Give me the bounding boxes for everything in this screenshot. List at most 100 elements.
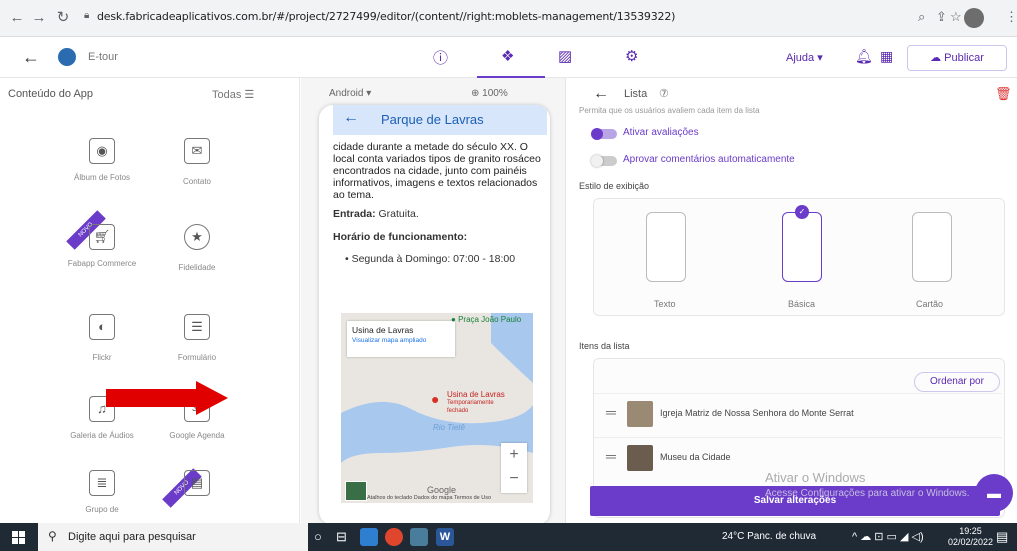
map[interactable]: Usina de Lavras Visualizar mapa ampliado… xyxy=(341,313,533,503)
map-pin-icon[interactable]: ● xyxy=(431,391,439,407)
app-icon[interactable] xyxy=(410,528,428,546)
flickr-icon: ◐ xyxy=(89,314,115,340)
reload-icon[interactable]: ↻ xyxy=(54,9,72,27)
trash-icon[interactable]: 🗑︎ xyxy=(995,86,1012,102)
gear-icon[interactable]: ⚙ xyxy=(625,47,638,65)
image-icon[interactable]: ▨ xyxy=(558,47,572,65)
share-icon[interactable]: ⇪ xyxy=(936,9,947,25)
auto-approve-toggle[interactable] xyxy=(591,155,617,167)
menu-dots-icon[interactable]: ⋮ xyxy=(1005,9,1017,25)
content-panel: Conteúdo do App Todas ☰ ◉ Álbum de Fotos… xyxy=(0,78,300,523)
task-view-icon[interactable]: ⊟ xyxy=(336,529,354,547)
layers-icon[interactable]: ❖ xyxy=(501,47,514,65)
qr-icon[interactable]: ▦ xyxy=(880,48,893,65)
help-menu[interactable]: Ajuda ▾ xyxy=(786,51,823,64)
map-info-card: Usina de Lavras Visualizar mapa ampliado xyxy=(347,321,455,357)
app-logo xyxy=(58,48,76,66)
lock-icon: 🔒︎ xyxy=(84,10,90,21)
weather-widget[interactable]: 24°C Panc. de chuva xyxy=(722,531,816,542)
bell-icon[interactable]: 🔔︎ xyxy=(855,48,873,65)
mailbox-icon: ✉ xyxy=(184,138,210,164)
windows-activation-sub: Acesse Configurações para ativar o Windo… xyxy=(765,488,970,499)
zoom-control[interactable]: ⊕ 100% xyxy=(471,88,508,99)
camera-icon: ◉ xyxy=(89,138,115,164)
windows-start-icon[interactable] xyxy=(12,531,26,544)
explorer-icon[interactable] xyxy=(360,528,378,546)
map-label-river: Rio Tietê xyxy=(433,423,465,432)
map-satellite-thumbnail[interactable] xyxy=(345,481,367,501)
publish-button[interactable]: ☁ Publicar xyxy=(907,45,1007,71)
list-items-heading: Itens da lista xyxy=(579,341,630,351)
search-icon: ⚲ xyxy=(48,529,57,543)
list-icon: ▤ xyxy=(184,470,210,496)
style-option-texto[interactable] xyxy=(646,212,686,282)
list-item[interactable]: ═ Igreja Matriz de Nossa Senhora do Mont… xyxy=(594,393,1002,433)
drag-handle-icon[interactable]: ═ xyxy=(606,448,616,464)
address-bar[interactable]: desk.fabricadeaplicativos.com.br/#/proje… xyxy=(97,10,675,23)
help-icon[interactable]: ⑦ xyxy=(659,87,669,100)
map-label-praca: ● Praça João Paulo xyxy=(451,315,522,324)
zoom-icon[interactable]: ⌕ xyxy=(918,9,925,25)
profile-avatar[interactable] xyxy=(964,8,984,28)
display-style-heading: Estilo de exibição xyxy=(579,181,650,191)
chat-icon[interactable]: ▬ xyxy=(975,474,1013,512)
panel-title: Lista xyxy=(624,88,648,100)
order-by-button[interactable]: Ordenar por xyxy=(914,372,1000,392)
preview-entrada: Entrada: Gratuita. xyxy=(333,208,419,220)
tile-formulario[interactable]: ☰ Formulário xyxy=(157,314,237,363)
taskbar-search[interactable]: ⚲ Digite aqui para pesquisar xyxy=(38,523,308,551)
style-option-cartao[interactable] xyxy=(912,212,952,282)
tile-album-de-fotos[interactable]: ◉ Álbum de Fotos xyxy=(62,138,142,183)
list-icon: ≣ xyxy=(89,470,115,496)
back-arrow-icon[interactable]: ← xyxy=(593,85,609,103)
preview-title: Parque de Lavras xyxy=(381,112,484,127)
form-icon: ☰ xyxy=(184,314,210,340)
browser-toolbar: ← → ↻ 🔒︎ desk.fabricadeaplicativos.com.b… xyxy=(0,0,1017,37)
tile-grupo-de[interactable]: ≣ Grupo de xyxy=(62,470,142,515)
ratings-toggle[interactable] xyxy=(591,128,617,140)
preview-header: ← Parque de Lavras xyxy=(333,105,547,135)
drag-handle-icon[interactable]: ═ xyxy=(606,404,616,420)
platform-dropdown[interactable]: Android ▾ xyxy=(329,88,371,99)
tile-fabapp-commerce[interactable]: 🛒︎ Fabapp Commerce xyxy=(62,224,142,269)
cart-icon: 🛒︎ xyxy=(89,224,115,250)
cloud-upload-icon: ☁ xyxy=(930,52,942,64)
item-thumbnail xyxy=(627,401,653,427)
map-zoom-control[interactable]: + − xyxy=(501,443,527,493)
item-thumbnail xyxy=(627,445,653,471)
tile-fidelidade[interactable]: ★ Fidelidade xyxy=(157,224,237,273)
notification-icon[interactable]: ▤ xyxy=(996,529,1008,545)
forward-arrow-icon[interactable]: → xyxy=(30,9,48,27)
preview-panel: Android ▾ ⊕ 100% ← Parque de Lavras cida… xyxy=(301,78,566,525)
ratings-description: Permita que os usuários avaliem cada ite… xyxy=(579,106,760,115)
phone-preview: ← Parque de Lavras cidade durante a meta… xyxy=(319,105,550,525)
chrome-icon[interactable] xyxy=(385,528,403,546)
panel-title: Conteúdo do App xyxy=(8,88,94,100)
map-label-usina: Usina de Lavras Temporariamente fechado xyxy=(447,390,505,415)
red-arrow-icon xyxy=(106,381,228,415)
star-icon[interactable]: ☆ xyxy=(950,9,962,25)
check-icon: ✓ xyxy=(795,205,809,219)
preview-schedule: • Segunda à Domingo: 07:00 - 18:00 xyxy=(345,253,516,265)
list-settings-panel: ← Lista ⑦ 🗑︎ Permita que os usuários ava… xyxy=(567,78,1017,523)
tile-contato[interactable]: ✉ Contato xyxy=(157,138,237,187)
filter-dropdown[interactable]: Todas ☰ xyxy=(212,88,254,101)
cortana-icon[interactable]: ○ xyxy=(314,529,332,547)
system-tray[interactable]: ^ ☁ ⊡ ▭ ◢ ◁) xyxy=(852,530,924,543)
google-logo: Google xyxy=(427,485,457,495)
map-footer: Atalhos do teclado Dados do mapa Termos … xyxy=(367,495,492,501)
info-icon[interactable]: ⓘ xyxy=(433,47,448,68)
tile-flickr[interactable]: ◐ Flickr xyxy=(62,314,142,363)
app-name: E-tour xyxy=(88,51,118,63)
back-arrow-icon[interactable]: ← xyxy=(343,109,359,127)
tile-list[interactable]: ▤ xyxy=(157,470,237,496)
clock[interactable]: 19:25 02/02/2022 xyxy=(948,526,993,548)
windows-activation-title: Ativar o Windows xyxy=(765,470,866,485)
windows-taskbar: ⚲ Digite aqui para pesquisar ○ ⊟ W 24°C … xyxy=(0,523,1017,551)
back-arrow-icon[interactable]: ← xyxy=(8,9,26,27)
style-option-basica[interactable]: ✓ xyxy=(782,205,822,282)
back-arrow-icon[interactable]: ← xyxy=(22,47,40,68)
app-header: ← E-tour ⓘ ❖ ▨ ⚙ Ajuda ▾ 🔔︎ ▦ ☁ Publicar xyxy=(0,37,1017,79)
preview-horario: Horário de funcionamento: xyxy=(333,231,468,243)
word-icon[interactable]: W xyxy=(436,528,454,546)
